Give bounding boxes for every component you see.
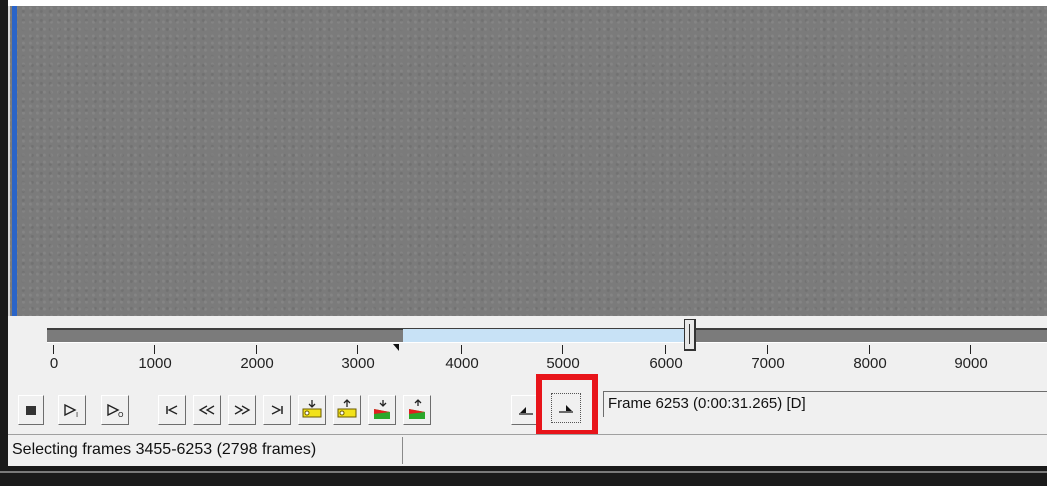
window-bottom-border: [0, 466, 1047, 486]
timeline-tick-label: 4000: [445, 355, 479, 372]
step-forward-icon: [234, 405, 251, 415]
timeline-tick-label: 8000: [853, 355, 887, 372]
step-forward-button[interactable]: [228, 395, 256, 425]
annotation-highlight-box: [536, 374, 598, 436]
go-start-icon: [166, 405, 178, 415]
mark-in-icon: [519, 407, 533, 415]
timeline-tick: [461, 345, 462, 354]
timeline-tick-label: 6000: [649, 355, 683, 372]
timeline-tick-label: 0: [49, 355, 59, 372]
stop-button[interactable]: [18, 395, 44, 425]
timeline-tick: [970, 345, 971, 354]
next-scene-button[interactable]: [403, 395, 431, 425]
timeline-tick-label: 5000: [546, 355, 580, 372]
timeline-thumb-grip: [689, 324, 690, 344]
video-pane-selection-edge: [12, 6, 17, 316]
window-left-border: [0, 0, 8, 486]
status-bar-divider: [402, 437, 403, 464]
next-keyframe-button[interactable]: [333, 395, 361, 425]
prev-keyframe-button[interactable]: [298, 395, 326, 425]
svg-text:I: I: [76, 411, 78, 418]
stop-icon: [26, 406, 36, 415]
status-text: Selecting frames 3455-6253 (2798 frames): [12, 441, 317, 458]
go-to-end-button[interactable]: [263, 395, 291, 425]
svg-text:O: O: [118, 411, 124, 418]
play-input-icon: I: [64, 403, 78, 418]
timeline-tick-label: 3000: [341, 355, 375, 372]
frame-position-readout[interactable]: Frame 6253 (0:00:31.265) [D]: [603, 391, 1047, 417]
timeline-tick-label: 2000: [240, 355, 274, 372]
timeline-tick: [665, 345, 666, 354]
play-input-button[interactable]: I: [58, 395, 86, 425]
window-bottom-line: [0, 471, 1047, 473]
step-backward-button[interactable]: [193, 395, 221, 425]
timeline-tick: [767, 345, 768, 354]
scene-prev-icon: [374, 400, 390, 419]
timeline-selection-range: [403, 329, 686, 342]
timeline-tick-label: 9000: [954, 355, 988, 372]
timeline-position-thumb[interactable]: [684, 319, 696, 351]
selection-start-marker: [393, 344, 399, 351]
timeline-area: [8, 316, 1047, 388]
timeline-tick: [154, 345, 155, 354]
key-prev-icon: [302, 400, 322, 418]
timeline-tick-label: 1000: [138, 355, 172, 372]
key-next-icon: [337, 399, 357, 418]
go-end-icon: [271, 405, 283, 415]
prev-scene-button[interactable]: [368, 395, 396, 425]
timeline-tick: [357, 345, 358, 354]
scene-next-icon: [409, 399, 425, 419]
timeline-tick: [256, 345, 257, 354]
play-output-icon: O: [107, 403, 124, 418]
play-output-button[interactable]: O: [101, 395, 129, 425]
timeline-tick: [869, 345, 870, 354]
timeline-tick: [53, 345, 54, 354]
go-to-start-button[interactable]: [158, 395, 186, 425]
timeline-tick: [562, 345, 563, 354]
step-back-icon: [198, 405, 215, 415]
timeline-tick-label: 7000: [751, 355, 785, 372]
video-preview-pane: [8, 6, 1047, 316]
video-pane-edge: [8, 6, 10, 316]
